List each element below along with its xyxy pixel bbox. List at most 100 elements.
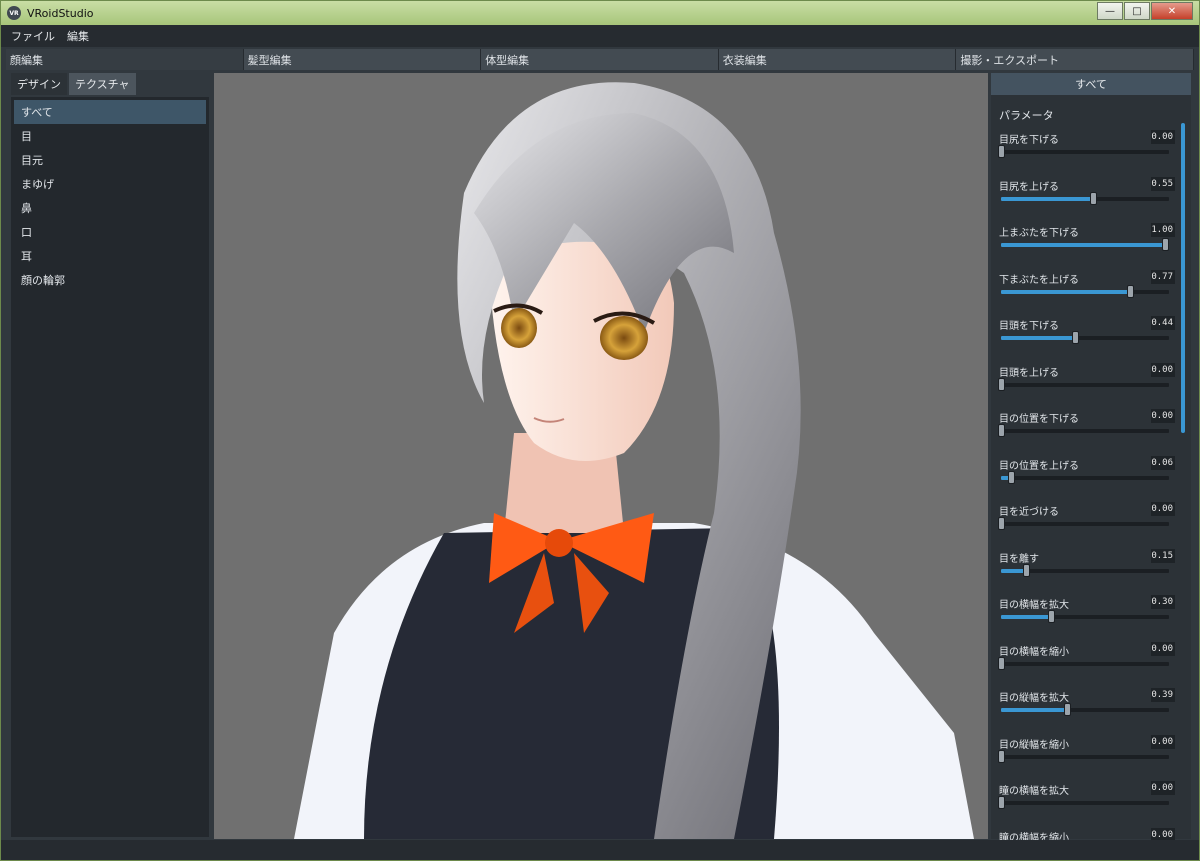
slider-thumb[interactable] <box>1071 331 1079 344</box>
param-slider[interactable] <box>998 749 1169 763</box>
right-panel: すべて パラメータ 目尻を下げる 0.00 目尻を上げる 0.55 上まぶたを下げる 1.… <box>991 73 1191 856</box>
param-slider[interactable] <box>1001 191 1169 205</box>
minimize-button[interactable]: — <box>1097 2 1123 20</box>
param-value-field[interactable]: 0.00 <box>1151 409 1175 423</box>
slider-fill <box>1001 336 1075 340</box>
param-value-field[interactable]: 0.44 <box>1151 316 1175 330</box>
slider-thumb[interactable] <box>998 749 1005 763</box>
category-mouth[interactable]: 口 <box>14 220 206 244</box>
param-value-field[interactable]: 0.00 <box>1151 734 1175 749</box>
3d-viewport[interactable] <box>214 73 988 839</box>
param-name: 目頭を上げる <box>999 367 1059 379</box>
param-name: 目の縦幅を拡大 <box>999 693 1069 704</box>
param-row: 目を離す 0.15 <box>991 548 1191 597</box>
tab-face-edit[interactable]: 顔編集 <box>6 49 244 70</box>
param-name: 目尻を上げる <box>999 181 1059 193</box>
slider-thumb[interactable] <box>998 377 1005 391</box>
tab-outfit-edit[interactable]: 衣装編集 <box>718 49 957 70</box>
window-controls: — □ ✕ <box>1096 2 1193 20</box>
param-value-field[interactable]: 0.55 <box>1151 176 1175 191</box>
left-panel: デザイン テクスチャ すべて 目 目元 まゆげ 鼻 口 耳 顔の輪郭 <box>11 73 211 837</box>
param-slider[interactable] <box>1001 284 1169 298</box>
param-slider[interactable] <box>998 656 1169 670</box>
slider-fill <box>1001 289 1131 294</box>
category-all[interactable]: すべて <box>14 100 206 124</box>
param-value-field[interactable]: 0.00 <box>1151 641 1175 656</box>
subtab-design[interactable]: デザイン <box>11 73 67 95</box>
param-value-field[interactable]: 0.00 <box>1151 781 1175 795</box>
category-ears[interactable]: 耳 <box>14 244 206 268</box>
subtab-texture[interactable]: テクスチャ <box>69 73 136 95</box>
param-row: 目頭を下げる 0.44 <box>991 316 1191 364</box>
tab-body-edit[interactable]: 体型編集 <box>481 49 719 70</box>
param-slider[interactable] <box>998 377 1169 391</box>
param-slider[interactable] <box>1001 470 1169 484</box>
maximize-button[interactable]: □ <box>1124 2 1150 20</box>
app-logo-icon: VR <box>7 6 21 20</box>
category-nose[interactable]: 鼻 <box>14 196 206 220</box>
menu-bar: ファイル 編集 <box>1 25 1199 47</box>
param-slider[interactable] <box>1001 563 1169 577</box>
param-value-field[interactable]: 0.00 <box>1151 130 1175 144</box>
param-slider[interactable] <box>998 517 1169 530</box>
category-eye-area[interactable]: 目元 <box>14 148 206 172</box>
params-scrollbar[interactable] <box>1181 123 1185 433</box>
slider-thumb[interactable] <box>1127 284 1135 298</box>
params-filter-header[interactable]: すべて <box>991 73 1191 95</box>
param-row: 目の縦幅を拡大 0.39 <box>991 688 1191 736</box>
param-name: 目の位置を上げる <box>999 460 1079 472</box>
param-name: 目の縦幅を縮小 <box>999 739 1069 751</box>
param-row: 目の位置を下げる 0.00 <box>991 409 1191 457</box>
slider-thumb[interactable] <box>1063 703 1071 716</box>
param-name: 目を離す <box>999 553 1039 565</box>
param-value-field[interactable]: 0.00 <box>1151 502 1175 516</box>
bow-knot <box>545 529 573 557</box>
slider-thumb[interactable] <box>998 424 1005 437</box>
param-row: 下まぶたを上げる 0.77 <box>991 269 1191 318</box>
menu-file[interactable]: ファイル <box>11 28 55 44</box>
slider-thumb[interactable] <box>998 145 1005 158</box>
param-slider[interactable] <box>998 796 1169 809</box>
category-list: すべて 目 目元 まゆげ 鼻 口 耳 顔の輪郭 <box>11 97 209 837</box>
param-slider[interactable] <box>1001 703 1169 716</box>
slider-thumb[interactable] <box>998 796 1005 809</box>
param-value-field[interactable]: 0.06 <box>1151 455 1175 470</box>
param-slider[interactable] <box>1001 610 1169 623</box>
slider-thumb[interactable] <box>1162 238 1169 251</box>
menu-edit[interactable]: 編集 <box>67 28 89 44</box>
param-row: 目尻を上げる 0.55 <box>991 176 1191 225</box>
param-row: 目の横幅を縮小 0.00 <box>991 641 1191 690</box>
category-face-outline[interactable]: 顔の輪郭 <box>14 268 206 292</box>
slider-thumb[interactable] <box>1090 191 1098 205</box>
param-slider[interactable] <box>998 424 1169 437</box>
param-row: 上まぶたを下げる 1.00 <box>991 223 1191 271</box>
param-name: 目尻を下げる <box>999 135 1059 146</box>
tab-photo-export[interactable]: 撮影・エクスポート <box>956 49 1194 70</box>
param-value-field[interactable]: 0.30 <box>1151 595 1175 609</box>
param-slider[interactable] <box>1001 238 1169 251</box>
param-slider[interactable] <box>998 145 1169 158</box>
param-row: 目尻を下げる 0.00 <box>991 130 1191 178</box>
slider-thumb[interactable] <box>998 517 1005 530</box>
param-name: 上まぶたを下げる <box>999 228 1079 239</box>
close-button[interactable]: ✕ <box>1151 2 1193 20</box>
param-value-field[interactable]: 0.00 <box>1151 362 1175 377</box>
slider-thumb[interactable] <box>1048 610 1056 623</box>
category-eyes[interactable]: 目 <box>14 124 206 148</box>
param-row: 目の縦幅を縮小 0.00 <box>991 734 1191 783</box>
left-subtabs: デザイン テクスチャ <box>11 73 211 95</box>
param-value-field[interactable]: 1.00 <box>1151 223 1175 237</box>
param-name: 目を近づける <box>999 507 1059 518</box>
slider-thumb[interactable] <box>998 656 1005 670</box>
category-eyebrows[interactable]: まゆげ <box>14 172 206 196</box>
slider-thumb[interactable] <box>1023 563 1031 577</box>
params-title: パラメータ <box>999 109 1054 122</box>
slider-thumb[interactable] <box>1008 470 1016 484</box>
param-slider[interactable] <box>1001 331 1169 344</box>
main-tab-bar: 顔編集 髪型編集 体型編集 衣装編集 撮影・エクスポート <box>6 49 1194 70</box>
tab-hair-edit[interactable]: 髪型編集 <box>243 49 482 70</box>
param-name: 目の横幅を縮小 <box>999 646 1069 658</box>
param-value-field[interactable]: 0.39 <box>1151 688 1175 702</box>
param-value-field[interactable]: 0.77 <box>1151 269 1175 284</box>
param-value-field[interactable]: 0.15 <box>1151 548 1175 563</box>
